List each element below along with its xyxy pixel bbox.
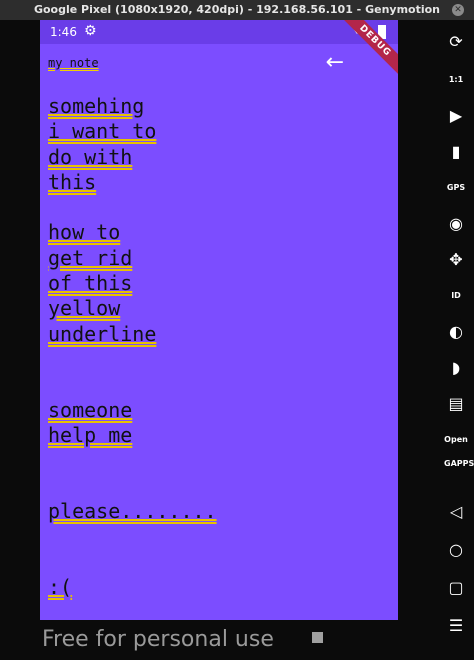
rotate-icon[interactable]: ⟳ [444, 30, 468, 54]
back-arrow-icon[interactable]: ← [326, 52, 344, 74]
opengapps-icon[interactable]: Open GAPPS [444, 428, 474, 468]
video-capture-icon[interactable]: ▶ [444, 104, 468, 128]
device-id-icon[interactable]: ID [444, 284, 468, 308]
network-icon[interactable]: ◗ [444, 356, 468, 380]
back-nav-icon[interactable]: ◁ [444, 500, 468, 524]
overview-square-icon[interactable] [312, 632, 323, 643]
dpad-icon[interactable]: ✥ [444, 248, 468, 272]
opengapps-label: Open GAPPS [444, 435, 474, 468]
disk-icon[interactable]: ◐ [444, 320, 468, 344]
gps-icon[interactable]: GPS [444, 176, 468, 200]
status-time: 1:46 [50, 25, 77, 39]
recents-nav-icon[interactable]: ▢ [444, 576, 468, 600]
status-bar: 1:46 ⚙ [40, 20, 398, 44]
gps-label: GPS [446, 183, 466, 192]
sms-icon[interactable]: ▤ [444, 392, 468, 416]
app-bar-title: my note [48, 56, 99, 70]
menu-nav-icon[interactable]: ☰ [444, 614, 468, 638]
phone-screen: 1:46 ⚙ DEBUG my note ← somehing i want t… [40, 20, 398, 620]
window-title: Google Pixel (1080x1920, 420dpi) - 192.1… [33, 3, 441, 16]
camera-icon[interactable]: ◉ [444, 212, 468, 236]
gear-icon: ⚙ [84, 23, 97, 39]
home-nav-icon[interactable]: ○ [444, 538, 468, 562]
emulator-window: Google Pixel (1080x1920, 420dpi) - 192.1… [0, 0, 474, 660]
watermark-text: Free for personal use [42, 627, 274, 652]
emulator-toolbar: ⟳ 1:1 ▶ ▮ GPS ◉ ✥ ID ◐ ◗ ▤ Open GAPPS ◁ … [438, 20, 474, 660]
close-icon[interactable]: ✕ [452, 4, 464, 16]
id-label: ID [451, 291, 461, 300]
window-title-bar: Google Pixel (1080x1920, 420dpi) - 192.1… [0, 0, 474, 20]
battery-widget-icon[interactable]: ▮ [444, 140, 468, 164]
note-body-text[interactable]: somehing i want to do with this how to g… [48, 94, 378, 600]
scale-label: 1:1 [448, 75, 464, 84]
pixel-perfect-icon[interactable]: 1:1 [444, 68, 468, 92]
